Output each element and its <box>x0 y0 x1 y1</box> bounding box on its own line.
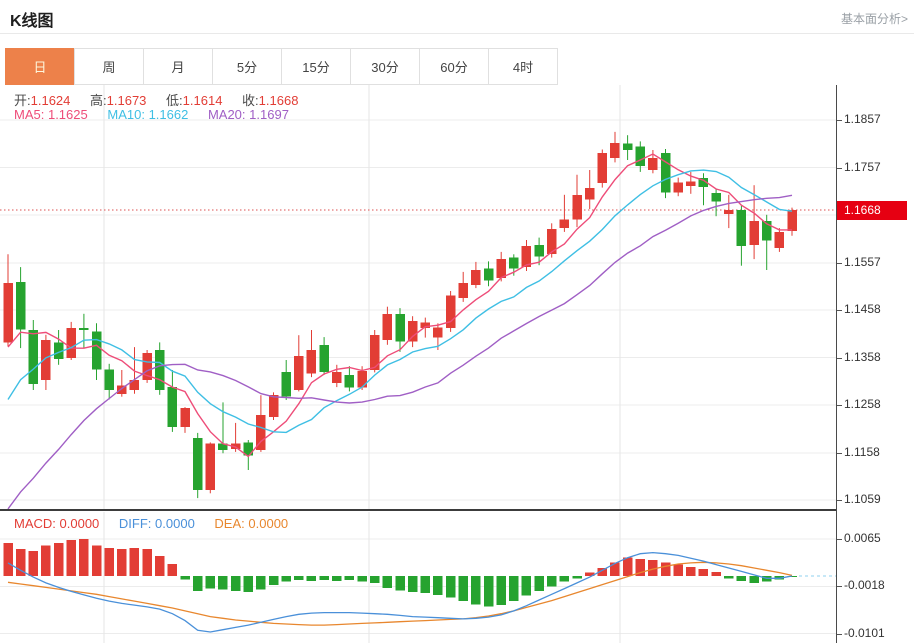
macd-legend: MACD: 0.0000 DIFF: 0.0000 DEA: 0.0000 <box>14 516 304 531</box>
tab-4hour[interactable]: 4时 <box>488 48 558 85</box>
tab-daily[interactable]: 日 <box>5 48 75 85</box>
ma10-legend: MA10: 1.1662 <box>107 107 188 122</box>
ma5-legend: MA5: 1.1625 <box>14 107 88 122</box>
dea-value: DEA: 0.0000 <box>214 516 288 531</box>
ohlc-high: 高:1.1673 <box>90 93 146 108</box>
ohlc-close: 收:1.1668 <box>242 93 298 108</box>
ma-legend: MA5: 1.1625 MA10: 1.1662 MA20: 1.1697 <box>14 107 305 122</box>
price-tick-mark <box>837 310 842 311</box>
ma20-legend: MA20: 1.1697 <box>208 107 289 122</box>
price-tick-mark <box>837 263 842 264</box>
diff-value: DIFF: 0.0000 <box>119 516 195 531</box>
price-tick-label: 1.1059 <box>844 492 881 506</box>
price-tick-mark <box>837 453 842 454</box>
price-tick-mark <box>837 120 842 121</box>
pane-divider <box>0 509 837 511</box>
fundamental-analysis-link[interactable]: 基本面分析> <box>841 10 908 27</box>
macd-chart[interactable] <box>0 512 836 643</box>
macd-tick-label: 0.0065 <box>844 531 881 545</box>
price-tick-label: 1.1757 <box>844 160 881 174</box>
price-tick-label: 1.1557 <box>844 255 881 269</box>
tab-15min[interactable]: 15分 <box>281 48 351 85</box>
price-tick-mark <box>837 358 842 359</box>
current-price-badge: 1.1668 <box>837 201 907 220</box>
price-tick-label: 1.1857 <box>844 112 881 126</box>
macd-value: MACD: 0.0000 <box>14 516 99 531</box>
candlestick-chart[interactable] <box>0 85 836 510</box>
tab-30min[interactable]: 30分 <box>350 48 420 85</box>
price-tick-mark <box>837 168 842 169</box>
tab-weekly[interactable]: 周 <box>74 48 144 85</box>
tab-60min[interactable]: 60分 <box>419 48 489 85</box>
macd-tick-label: -0.0018 <box>844 578 885 592</box>
price-tick-label: 1.1158 <box>844 445 880 459</box>
price-tick-label: 1.1358 <box>844 350 881 364</box>
ohlc-low: 低:1.1614 <box>166 93 222 108</box>
y-axis-line <box>836 85 837 643</box>
ohlc-open: 开:1.1624 <box>14 93 70 108</box>
tab-monthly[interactable]: 月 <box>143 48 213 85</box>
price-tick-mark <box>837 500 842 501</box>
price-tick-label: 1.1458 <box>844 302 881 316</box>
kline-widget: K线图 基本面分析> 日 周 月 5分 15分 30分 60分 4时 开:1.1… <box>0 0 914 643</box>
macd-tick-label: -0.0101 <box>844 626 885 640</box>
page-title: K线图 <box>10 7 54 31</box>
header-divider <box>0 33 914 34</box>
price-tick-mark <box>837 405 842 406</box>
price-tick-label: 1.1258 <box>844 397 881 411</box>
tab-5min[interactable]: 5分 <box>212 48 282 85</box>
macd-tick-mark <box>837 634 842 635</box>
macd-tick-mark <box>837 586 842 587</box>
timeframe-tab-bar: 日 周 月 5分 15分 30分 60分 4时 <box>5 48 558 85</box>
macd-tick-mark <box>837 539 842 540</box>
